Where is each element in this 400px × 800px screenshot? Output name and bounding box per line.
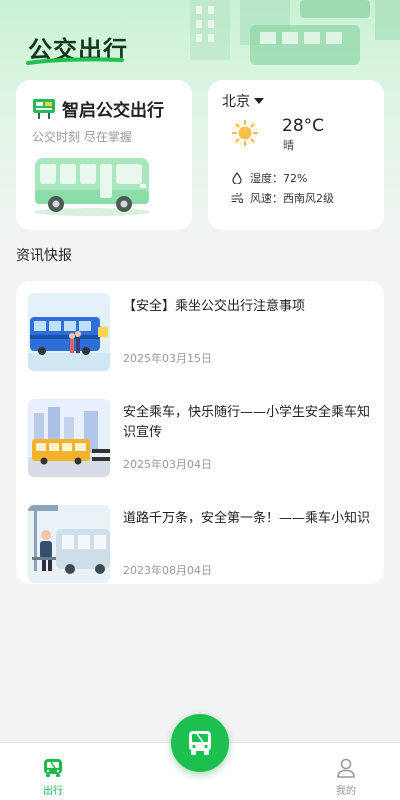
humidity-text: 湿度：72% <box>250 172 308 185</box>
weather-card: 北京 28°C 晴 湿度：72% 风速：西南风2级 <box>208 80 384 230</box>
news-item[interactable]: 道路千万条，安全第一条！——乘车小知识 2023年08月04日 <box>28 505 372 585</box>
brand-name: 智启公交出行 <box>62 101 164 121</box>
humidity-row: 湿度：72% <box>230 170 307 186</box>
tab-mine[interactable]: 我的 <box>316 757 376 797</box>
humidity-drop-icon <box>232 172 242 184</box>
city-name: 北京 <box>222 94 250 110</box>
bus-tab-icon <box>44 759 62 777</box>
brand-subtitle: 公交时刻 尽在掌握 <box>32 130 132 144</box>
bus-front-icon <box>189 731 211 755</box>
news-title: 【安全】乘坐公交出行注意事项 <box>123 299 306 314</box>
center-bus-button[interactable] <box>171 714 229 772</box>
bus-illustration <box>34 158 150 216</box>
news-thumbnail <box>28 293 110 371</box>
chevron-down-icon <box>254 98 264 104</box>
brand-card[interactable]: 智启公交出行 公交时刻 尽在掌握 <box>16 80 192 230</box>
news-thumbnail <box>28 399 110 477</box>
wind-icon <box>231 193 243 203</box>
tab-travel[interactable]: 出行 <box>23 757 83 797</box>
bus-stop-sign-icon <box>33 98 55 119</box>
news-title: 道路千万条，安全第一条！——乘车小知识 <box>123 511 371 526</box>
news-item[interactable]: 安全乘车，快乐随行——小学生安全乘车知识宣传 2025年03月04日 <box>28 399 372 479</box>
user-icon <box>337 758 355 778</box>
news-date: 2025年03月15日 <box>123 352 212 365</box>
tab-label: 我的 <box>336 786 356 797</box>
title-underline <box>26 57 124 65</box>
news-item[interactable]: 【安全】乘坐公交出行注意事项 2025年03月15日 <box>28 293 372 373</box>
section-title-news: 资讯快报 <box>16 248 72 264</box>
news-date: 2023年08月04日 <box>123 564 212 577</box>
city-illustration <box>190 0 400 65</box>
wind-text: 风速：西南风2级 <box>250 192 334 205</box>
news-date: 2025年03月04日 <box>123 458 212 471</box>
temperature: 28°C <box>282 116 325 136</box>
news-title: 安全乘车，快乐随行——小学生安全乘车知识宣传 <box>123 405 371 440</box>
news-thumbnail <box>28 505 110 583</box>
wind-row: 风速：西南风2级 <box>230 190 334 206</box>
news-list: 【安全】乘坐公交出行注意事项 2025年03月15日 安全乘车，快乐随行——小学… <box>16 281 384 584</box>
weather-condition: 晴 <box>283 139 294 152</box>
sun-icon <box>232 120 258 146</box>
city-selector[interactable]: 北京 <box>222 91 264 111</box>
tab-label: 出行 <box>43 786 63 797</box>
